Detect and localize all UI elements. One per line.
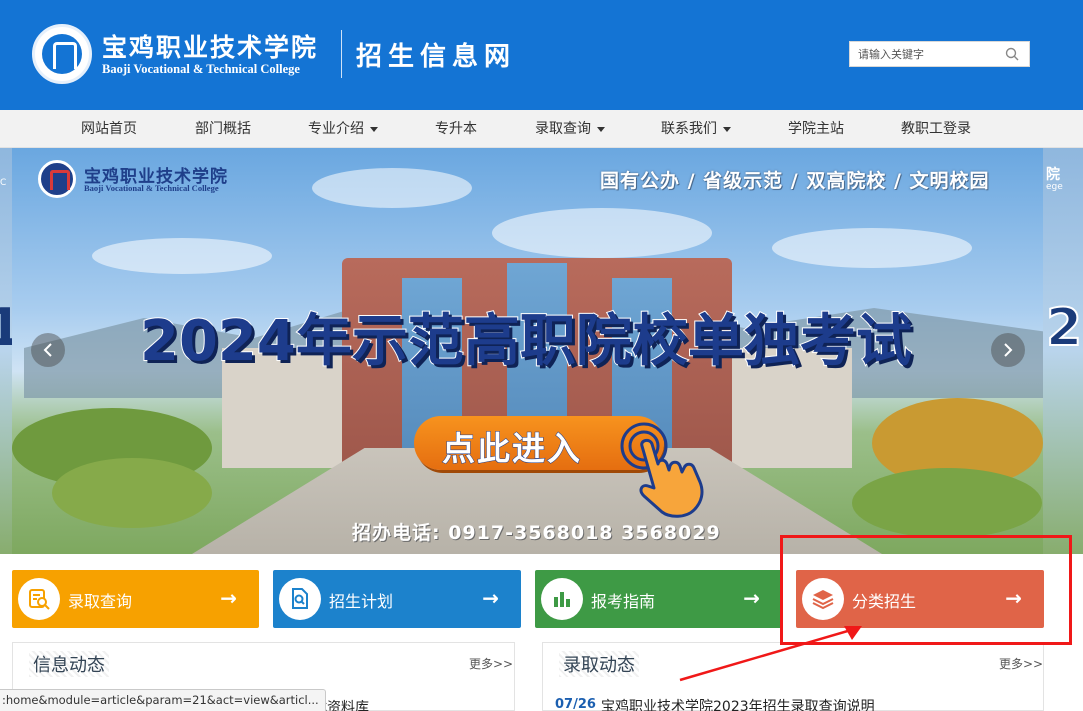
college-name-en[interactable]: Baoji Vocational & Technical College — [102, 62, 300, 77]
prev-slide-button[interactable] — [31, 333, 65, 367]
more-link[interactable]: 更多>> — [469, 655, 513, 672]
file-search-icon — [292, 588, 308, 609]
card-admission-query[interactable]: 录取查询 → — [12, 570, 259, 628]
site-name: 招生信息网 — [356, 42, 517, 72]
nav-majors[interactable]: 专业介绍 — [308, 110, 378, 148]
nav-label: 专升本 — [435, 121, 477, 137]
nav-label: 网站首页 — [81, 121, 137, 137]
search-icon[interactable] — [1005, 47, 1019, 61]
nav-upgrade[interactable]: 专升本 — [435, 110, 477, 148]
nav-admission-query[interactable]: 录取查询 — [535, 110, 605, 148]
bar-chart-icon — [554, 592, 570, 607]
panel-title: 信息动态 — [29, 651, 109, 677]
next-slide-text-en: ege — [1046, 182, 1063, 192]
site-header: 宝鸡职业技术学院 Baoji Vocational & Technical Co… — [0, 0, 1083, 110]
admission-phone: 招办电话: 0917-3568018 3568029 — [352, 522, 721, 544]
search-box — [849, 41, 1030, 67]
nav-label: 教职工登录 — [901, 121, 971, 137]
news-date: 07/26 — [555, 697, 596, 711]
arrow-right-icon: → — [743, 586, 760, 610]
chevron-right-icon — [1004, 343, 1013, 357]
status-bar-url: :home&module=article&param=21&act=view&a… — [0, 689, 326, 711]
next-slide-text: 院 — [1046, 167, 1060, 183]
card-icon-bg — [541, 578, 583, 620]
panel-title: 录取动态 — [559, 651, 639, 677]
banner-carousel[interactable]: 1 C 2 院 ege 宝鸡职业 — [0, 148, 1083, 554]
logo-divider — [341, 30, 342, 78]
card-label: 招生计划 — [329, 592, 394, 611]
nav-main-site[interactable]: 学院主站 — [788, 110, 844, 148]
nav-staff-login[interactable]: 教职工登录 — [901, 110, 971, 148]
nav-label: 部门概括 — [195, 121, 251, 137]
chevron-down-icon — [723, 126, 731, 132]
enter-button-label: 点此进入 — [442, 429, 582, 469]
main-nav: 网站首页 部门概括 专业介绍 专升本 录取查询 联系我们 学院主站 教职工登录 — [0, 110, 1083, 148]
nav-contact[interactable]: 联系我们 — [661, 110, 731, 148]
chevron-down-icon — [370, 126, 378, 132]
banner-title: 2024年示范高职院校单独考试 — [139, 308, 913, 375]
college-emblem-icon[interactable] — [32, 24, 92, 84]
annotation-arrow-icon — [679, 626, 862, 682]
prev-slide-text: C — [0, 178, 7, 188]
card-label: 报考指南 — [591, 592, 656, 611]
search-doc-icon — [29, 589, 50, 610]
next-slide-digit: 2 — [1045, 297, 1083, 359]
arrow-right-icon: → — [482, 586, 499, 610]
nav-label: 学院主站 — [788, 121, 844, 137]
more-link[interactable]: 更多>> — [999, 655, 1043, 672]
card-icon-bg — [279, 578, 321, 620]
nav-home[interactable]: 网站首页 — [81, 110, 137, 148]
news-title-link[interactable]: 宝鸡职业技术学院2023年招生录取查询说明 — [601, 696, 875, 711]
card-label: 录取查询 — [68, 592, 133, 611]
page: 宝鸡职业技术学院 Baoji Vocational & Technical Co… — [0, 0, 1083, 711]
banner-emblem-icon — [38, 160, 76, 198]
next-slide-button[interactable] — [991, 333, 1025, 367]
nav-departments[interactable]: 部门概括 — [195, 110, 251, 148]
chevron-left-icon — [43, 343, 52, 357]
banner-slogan: 国有公办 / 省级示范 / 双高院校 / 文明校园 — [600, 170, 990, 192]
banner-college-name-en: Baoji Vocational & Technical College — [84, 183, 219, 193]
nav-label: 联系我们 — [661, 121, 717, 137]
college-name-cn[interactable]: 宝鸡职业技术学院 — [102, 28, 318, 64]
search-input[interactable] — [858, 45, 998, 63]
nav-label: 专业介绍 — [308, 121, 364, 137]
chevron-down-icon — [597, 126, 605, 132]
nav-label: 录取查询 — [535, 121, 591, 137]
arrow-right-icon: → — [220, 586, 237, 610]
pointing-hand-icon — [620, 422, 704, 518]
card-enrollment-plan[interactable]: 招生计划 → — [273, 570, 521, 628]
card-icon-bg — [18, 578, 60, 620]
